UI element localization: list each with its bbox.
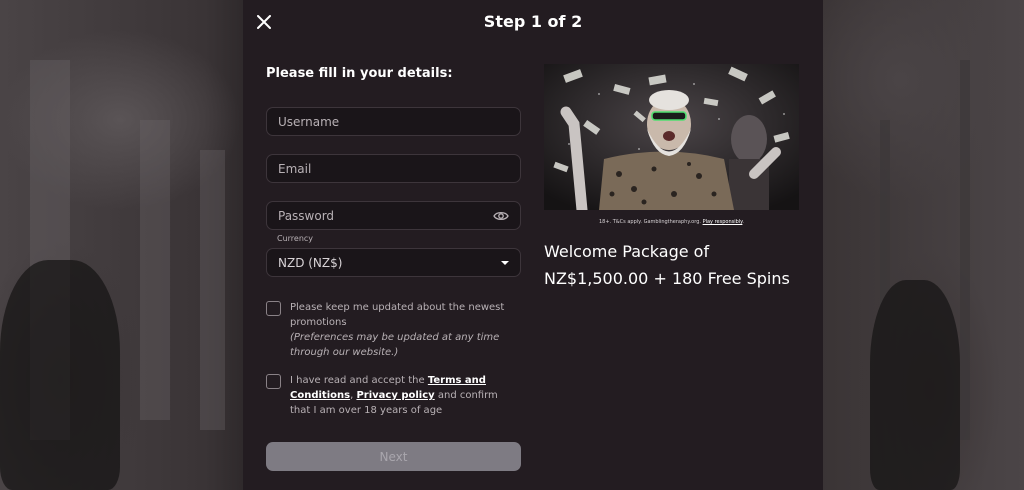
background-person [870, 280, 960, 490]
next-button[interactable]: Next [266, 442, 521, 471]
promo-image [544, 64, 799, 210]
terms-comma: , [350, 390, 354, 401]
promotions-text: Please keep me updated about the newest … [290, 300, 516, 360]
promotions-checkbox[interactable] [266, 301, 281, 316]
currency-label: Currency [277, 234, 314, 243]
welcome-offer: Welcome Package of NZ$1,500.00 + 180 Fre… [544, 238, 814, 292]
privacy-link[interactable]: Privacy policy [356, 390, 434, 401]
password-field[interactable]: Password [266, 201, 521, 230]
disclaimer-text: 18+. T&Cs apply. Gamblingtheraphy.org. [598, 219, 703, 225]
welcome-line-2: NZ$1,500.00 + 180 Free Spins [544, 269, 790, 288]
currency-select[interactable]: NZD (NZ$) [266, 248, 521, 277]
background-palm [960, 60, 970, 440]
background-column [140, 120, 170, 420]
eye-icon[interactable] [493, 210, 509, 222]
currency-value: NZD (NZ$) [278, 255, 343, 270]
terms-text: I have read and accept the Terms and Con… [290, 373, 516, 418]
username-field[interactable]: Username [266, 107, 521, 136]
email-placeholder: Email [278, 161, 312, 176]
disclaimer-end: . [742, 219, 745, 225]
password-placeholder: Password [278, 208, 335, 223]
terms-prefix: I have read and accept the [290, 375, 428, 386]
terms-disclaimer: 18+. T&Cs apply. Gamblingtheraphy.org. P… [544, 219, 799, 225]
play-responsibly-link[interactable]: Play responsibly [703, 219, 743, 225]
background-column [200, 150, 225, 430]
step-title: Step 1 of 2 [483, 12, 583, 31]
chevron-down-icon [501, 260, 509, 265]
promotions-label: Please keep me updated about the newest … [290, 302, 505, 328]
terms-checkbox[interactable] [266, 374, 281, 389]
background-person [0, 260, 120, 490]
username-placeholder: Username [278, 114, 340, 129]
welcome-line-1: Welcome Package of [544, 242, 710, 261]
form-heading: Please fill in your details: [266, 66, 453, 81]
promo-picture [544, 64, 799, 210]
email-field[interactable]: Email [266, 154, 521, 183]
promotions-note: (Preferences may be updated at any time … [290, 332, 500, 358]
